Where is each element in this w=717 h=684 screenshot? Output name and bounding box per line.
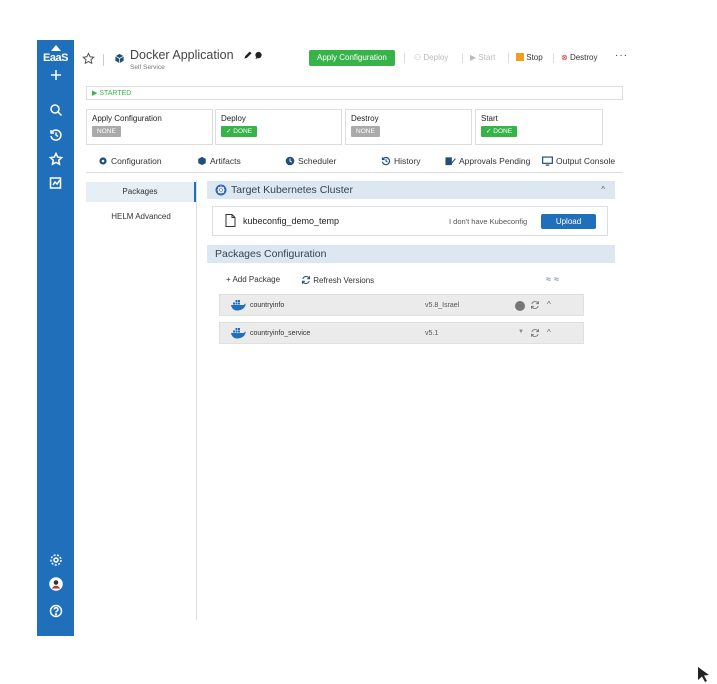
upload-button[interactable]: Upload bbox=[541, 214, 596, 229]
left-rail: EaaS bbox=[37, 40, 74, 636]
dropdown-caret-icon[interactable]: ▼ bbox=[518, 329, 524, 335]
docker-whale-icon bbox=[230, 299, 246, 313]
kubernetes-icon bbox=[215, 184, 227, 196]
cube-icon bbox=[198, 156, 206, 166]
search-icon[interactable] bbox=[37, 103, 74, 119]
kubeconfig-file-name: kubeconfig_demo_temp bbox=[243, 216, 340, 226]
package-row[interactable]: countryinfo v5.8_Israel ^ bbox=[219, 294, 584, 316]
collapse-chevron-up-icon[interactable]: ^ bbox=[601, 181, 605, 199]
step-name: Deploy bbox=[221, 114, 246, 123]
divider bbox=[196, 180, 197, 620]
edit-pencil-icon[interactable] bbox=[243, 51, 252, 62]
tab-scheduler[interactable]: Scheduler bbox=[285, 156, 336, 166]
config-subnav: Packages HELM Advanced bbox=[86, 180, 196, 620]
step-start: Start ✓ DONE bbox=[475, 109, 603, 145]
refresh-versions-button[interactable]: Refresh Versions bbox=[301, 275, 374, 285]
add-package-button[interactable]: + Add Package bbox=[226, 275, 280, 284]
monitor-icon bbox=[542, 156, 553, 166]
step-status-badge: NONE bbox=[351, 126, 380, 137]
subnav-item-helm-advanced[interactable]: HELM Advanced bbox=[86, 207, 196, 227]
play-icon: ▶ bbox=[470, 53, 477, 62]
help-icon[interactable] bbox=[37, 604, 74, 620]
divider bbox=[508, 53, 509, 63]
main-panel: Docker Application Self Service Apply Co… bbox=[74, 40, 636, 636]
history-icon[interactable] bbox=[37, 128, 74, 144]
subnav-item-packages[interactable]: Packages bbox=[86, 182, 196, 202]
packages-config-header[interactable]: Packages Configuration bbox=[207, 245, 615, 263]
refresh-icon bbox=[302, 276, 310, 284]
divider bbox=[103, 54, 104, 66]
status-badge: ▶ STARTED bbox=[92, 90, 132, 97]
tab-bar: Configuration Artifacts Scheduler Histor… bbox=[86, 152, 623, 174]
no-kubeconfig-link[interactable]: I don't have Kubeconfig bbox=[449, 217, 527, 226]
tab-configuration[interactable]: Configuration bbox=[98, 156, 162, 166]
favorite-star-icon[interactable] bbox=[82, 52, 95, 67]
tab-history[interactable]: History bbox=[381, 156, 420, 166]
mouse-cursor-icon bbox=[697, 666, 711, 684]
tab-approvals-pending[interactable]: Approvals Pending bbox=[445, 156, 530, 166]
stop-square-icon bbox=[516, 53, 524, 61]
apply-configuration-button[interactable]: Apply Configuration bbox=[309, 50, 395, 66]
page-title: Docker Application bbox=[130, 48, 234, 62]
comment-icon[interactable] bbox=[254, 51, 263, 62]
user-avatar-icon[interactable] bbox=[37, 577, 74, 593]
plus-icon[interactable] bbox=[37, 68, 74, 84]
kubeconfig-box: kubeconfig_demo_temp I don't have Kubeco… bbox=[212, 206, 608, 236]
reports-icon[interactable] bbox=[37, 176, 74, 192]
divider bbox=[462, 53, 463, 63]
target-cluster-header[interactable]: Target Kubernetes Cluster ^ bbox=[207, 181, 615, 199]
stop-button[interactable]: Stop bbox=[516, 51, 543, 65]
step-name: Destroy bbox=[351, 114, 379, 123]
tab-underline bbox=[86, 172, 623, 173]
destroy-button[interactable]: ⊗ Destroy bbox=[561, 51, 598, 65]
package-name: countryinfo bbox=[250, 302, 285, 309]
status-strip: ▶ STARTED bbox=[86, 86, 623, 100]
eaas-logo[interactable]: EaaS bbox=[37, 45, 74, 64]
more-options-button[interactable]: ··· bbox=[615, 49, 628, 63]
page-subtitle: Self Service bbox=[130, 64, 165, 71]
package-version-select[interactable]: v5.1 bbox=[425, 330, 438, 337]
package-name: countryinfo_service bbox=[250, 330, 311, 337]
packages-toolbar: + Add Package Refresh Versions ≈≈ bbox=[226, 274, 606, 289]
deploy-icon: ⚇ bbox=[414, 53, 422, 62]
start-button[interactable]: ▶ Start bbox=[470, 51, 495, 65]
tab-artifacts[interactable]: Artifacts bbox=[197, 156, 241, 166]
tab-output-console[interactable]: Output Console bbox=[542, 156, 615, 166]
package-row[interactable]: countryinfo_service v5.1 ▼ ^ bbox=[219, 322, 584, 344]
divider bbox=[404, 53, 405, 63]
step-name: Start bbox=[481, 114, 498, 123]
step-deploy: Deploy ✓ DONE bbox=[215, 109, 342, 145]
step-destroy: Destroy NONE bbox=[345, 109, 472, 145]
refresh-icon[interactable] bbox=[530, 328, 540, 340]
clock-icon bbox=[285, 156, 295, 166]
mouse-pointer-indicator bbox=[515, 301, 525, 311]
expand-collapse-all-icon[interactable]: ≈≈ bbox=[546, 274, 562, 284]
approval-icon bbox=[445, 157, 456, 166]
refresh-icon[interactable] bbox=[530, 300, 540, 312]
divider bbox=[553, 53, 554, 63]
step-apply-configuration: Apply Configuration NONE bbox=[86, 109, 213, 145]
collapse-chevron-up-icon[interactable]: ^ bbox=[547, 300, 551, 309]
docker-whale-icon bbox=[230, 327, 246, 341]
package-version-select[interactable]: v5.8_Israel bbox=[425, 302, 459, 309]
destroy-x-icon: ⊗ bbox=[561, 53, 568, 62]
deploy-button[interactable]: ⚇ Deploy bbox=[414, 51, 448, 65]
history-icon bbox=[381, 156, 391, 166]
step-name: Apply Configuration bbox=[92, 114, 162, 123]
step-status-badge: ✓ DONE bbox=[481, 126, 518, 137]
favorites-star-icon[interactable] bbox=[37, 151, 74, 168]
gear-icon bbox=[99, 157, 107, 165]
step-status-badge: NONE bbox=[92, 126, 121, 137]
step-status-badge: ✓ DONE bbox=[221, 126, 258, 137]
app-cube-icon bbox=[114, 53, 125, 66]
collapse-chevron-up-icon[interactable]: ^ bbox=[547, 328, 551, 337]
settings-gear-icon[interactable] bbox=[37, 553, 74, 569]
app-header: Docker Application Self Service Apply Co… bbox=[74, 40, 636, 80]
file-icon bbox=[225, 214, 236, 229]
